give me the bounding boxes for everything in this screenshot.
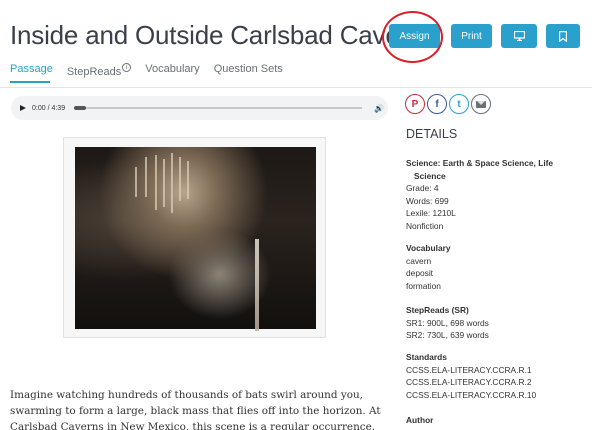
tab-stepreads[interactable]: StepReads i xyxy=(67,63,132,81)
email-icon[interactable] xyxy=(471,94,491,114)
details-standards: Standards CCSS.ELA-LITERACY.CCRA.R.1 CCS… xyxy=(406,352,537,400)
passage-text: Imagine watching hundreds of thousands o… xyxy=(10,389,381,430)
audio-player: 0:00 / 4:39 🔊 xyxy=(11,96,388,120)
audio-progress-fill xyxy=(74,106,87,110)
active-tab-indicator xyxy=(10,81,50,83)
page-header: Inside and Outside Carlsbad Caverns Assi… xyxy=(0,0,592,88)
monitor-icon xyxy=(513,31,525,41)
header-divider xyxy=(0,87,592,88)
passage-image-frame xyxy=(63,137,326,338)
highlight-circle xyxy=(382,11,443,63)
page-title: Inside and Outside Carlsbad Caverns xyxy=(10,20,436,50)
details-vocabulary: Vocabulary cavern deposit formation xyxy=(406,243,451,291)
play-icon[interactable] xyxy=(20,105,26,111)
audio-progress-track[interactable] xyxy=(74,106,363,110)
details-heading: DETAILS xyxy=(406,127,458,141)
audio-time: 0:00 / 4:39 xyxy=(32,104,66,112)
bookmark-icon xyxy=(559,30,567,42)
share-buttons: P f t xyxy=(405,94,491,114)
print-button[interactable]: Print xyxy=(451,24,492,48)
present-button[interactable] xyxy=(501,24,537,48)
tab-question-sets[interactable]: Question Sets xyxy=(214,63,283,81)
info-icon: i xyxy=(122,63,132,72)
bookmark-button[interactable] xyxy=(546,24,580,48)
tab-bar: Passage StepReads i Vocabulary Question S… xyxy=(10,63,297,81)
tab-vocabulary[interactable]: Vocabulary xyxy=(145,63,199,81)
details-author: Author xyxy=(406,415,434,425)
tab-passage[interactable]: Passage xyxy=(10,63,53,81)
facebook-icon[interactable]: f xyxy=(427,94,447,114)
twitter-icon[interactable]: t xyxy=(449,94,469,114)
cave-photo xyxy=(75,147,316,331)
pinterest-icon[interactable]: P xyxy=(405,94,425,114)
details-subject: Science: Earth & Space Science, Life Sci… xyxy=(406,158,554,231)
details-stepreads: StepReads (SR) SR1: 900L, 698 words SR2:… xyxy=(406,305,489,341)
volume-icon[interactable]: 🔊 xyxy=(374,104,384,113)
